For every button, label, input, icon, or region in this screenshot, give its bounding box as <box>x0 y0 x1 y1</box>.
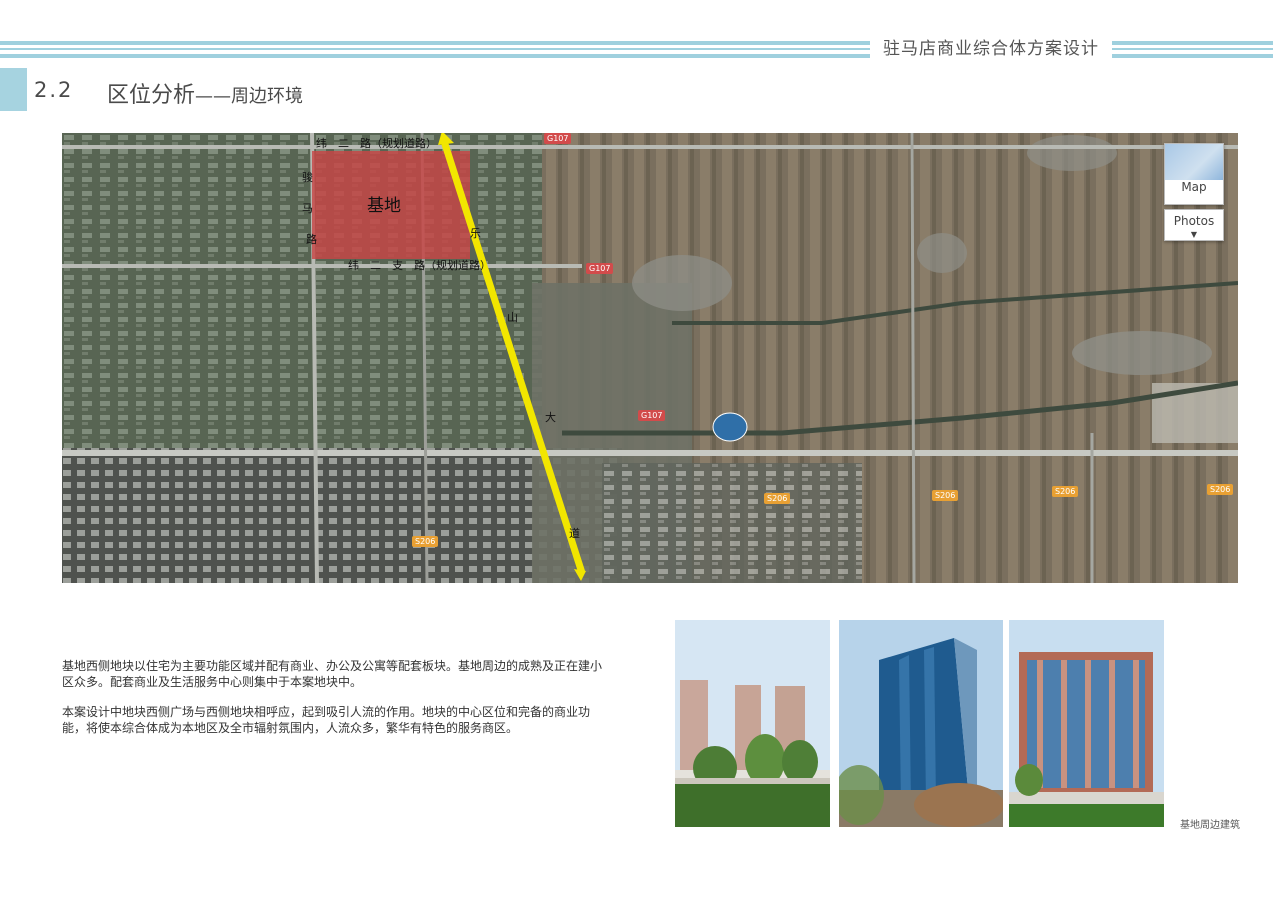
road-east-char-3: 大 <box>545 411 556 424</box>
section-title: 区位分析——周边环境 <box>107 77 303 109</box>
route-tag-s206-4: S206 <box>1207 484 1234 495</box>
route-tag-s206-5: S206 <box>412 536 439 547</box>
photo-residential-towers <box>675 620 830 827</box>
photo-office-building <box>1009 620 1164 827</box>
photos-button[interactable]: Photos ▼ <box>1164 209 1224 241</box>
chevron-down-icon: ▼ <box>1190 230 1198 239</box>
route-tag-s206-1: S206 <box>764 493 791 504</box>
section-title-main: 区位分析 <box>107 83 196 108</box>
route-tag-s206-2: S206 <box>932 490 959 501</box>
photo-glass-tower <box>839 620 1003 827</box>
site-label: 基地 <box>367 196 401 216</box>
route-tag-g107-1: G107 <box>544 133 572 144</box>
photo-caption: 基地周边建筑 <box>1180 820 1240 831</box>
road-west-char-3: 路 <box>306 233 317 246</box>
photos-label: Photos <box>1173 214 1215 228</box>
road-west-char-1: 骏 <box>302 171 313 184</box>
route-tag-s206-3: S206 <box>1052 486 1079 497</box>
route-tag-g107-3: G107 <box>638 410 666 421</box>
map-imagery <box>62 133 1238 583</box>
road-top-label: 纬 二 路（规划道路） <box>316 137 437 150</box>
description-para-2: 本案设计中地块西侧广场与西侧地块相呼应，起到吸引人流的作用。地块的中心区位和完备… <box>62 705 591 735</box>
map-view-label: Map <box>1181 180 1207 194</box>
section-marker <box>0 68 27 111</box>
road-bottom-label: 纬 二 支 路（规划道路） <box>348 259 491 272</box>
road-west-char-2: 马 <box>302 202 313 215</box>
route-tag-g107-2: G107 <box>586 263 614 274</box>
road-east-char-1: 乐 <box>470 227 481 240</box>
map-thumbnail <box>1165 144 1223 180</box>
description-para-1: 基地西侧地块以住宅为主要功能区域并配有商业、办公及公寓等配套板块。基地周边的成熟… <box>62 659 603 689</box>
section-number: 2.2 <box>34 78 74 102</box>
satellite-map[interactable]: 基地 纬 二 路（规划道路） 纬 二 支 路（规划道路） 骏 马 路 乐 山 大… <box>62 133 1238 583</box>
map-view-button[interactable]: Map <box>1164 143 1224 205</box>
project-title: 驻马店商业综合体方案设计 <box>870 37 1112 61</box>
road-east-char-4: 道 <box>569 527 580 540</box>
road-east-char-2: 山 <box>507 311 518 324</box>
section-subtitle: ——周边环境 <box>195 86 304 107</box>
